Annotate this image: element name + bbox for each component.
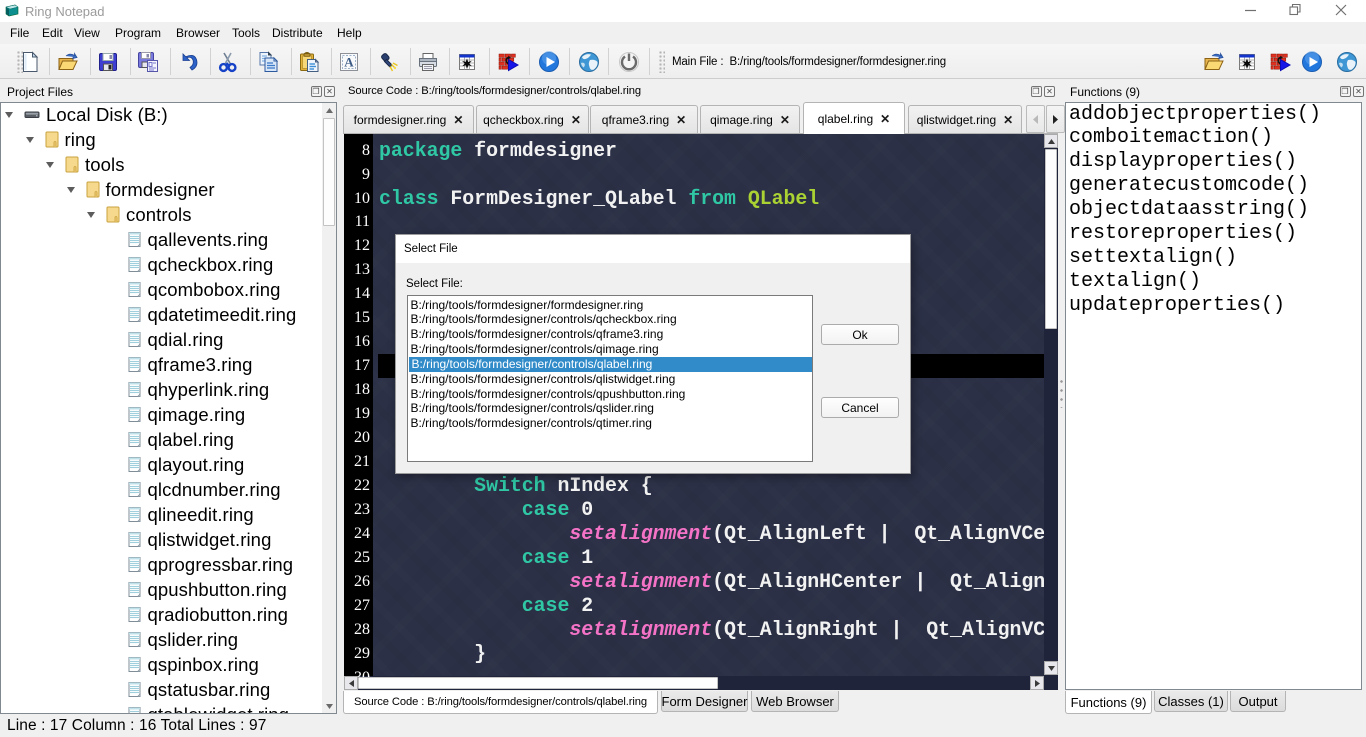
svg-text:A: A: [344, 55, 354, 70]
